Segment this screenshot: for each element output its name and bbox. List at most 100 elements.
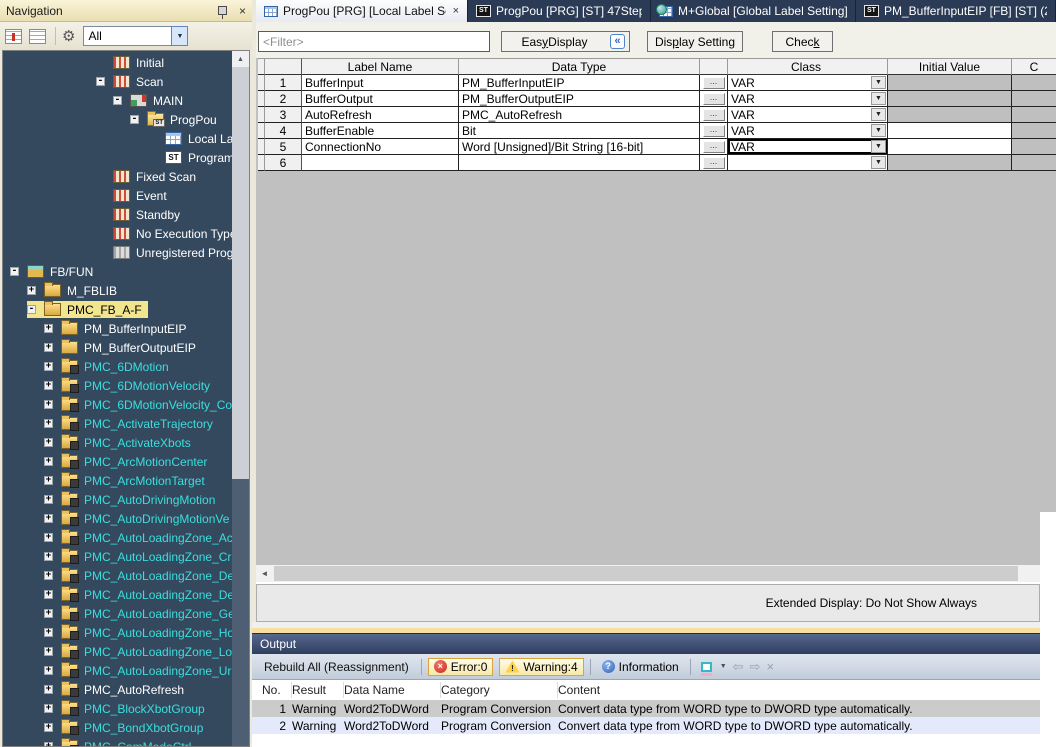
tree-item[interactable]: Unregistered Program (3, 243, 232, 262)
tree-item[interactable]: +PMC_AutoLoadingZone_Cr (3, 547, 232, 566)
header-comment[interactable]: C (1012, 58, 1056, 75)
tab[interactable]: M+Global [Global Label Setting] (651, 0, 856, 22)
class-cell[interactable]: ▼ (728, 155, 888, 171)
label-name-cell[interactable]: AutoRefresh (302, 107, 459, 123)
rebuild-all-button[interactable]: Rebuild All (Reassignment) (258, 658, 415, 676)
close-icon[interactable]: × (453, 5, 459, 17)
tab[interactable]: STProgPou [PRG] [ST] 47Step (468, 0, 651, 22)
display-target-select[interactable]: All (83, 26, 171, 46)
initial-value-cell[interactable] (888, 75, 1012, 91)
tree-item[interactable]: +PMC_AutoLoadingZone_De (3, 566, 232, 585)
browse-button[interactable]: ... (703, 141, 725, 153)
tree-item[interactable]: +PMC_AutoLoadingZone_Ge (3, 604, 232, 623)
scroll-left-icon[interactable]: ◄ (256, 565, 273, 582)
browse-button[interactable]: ... (703, 77, 725, 89)
chevron-down-icon[interactable]: ▼ (871, 92, 886, 105)
tab[interactable]: ProgPou [PRG] [Local Label Sett...× (256, 0, 468, 22)
chevron-down-icon[interactable]: ▼ (871, 108, 886, 121)
expand-icon[interactable]: + (44, 457, 53, 466)
tree-item[interactable]: +PMC_AutoRefresh (3, 680, 232, 699)
tree-item[interactable]: +PMC_AutoDrivingMotionVe (3, 509, 232, 528)
tab[interactable]: STPM_BufferInputEIP [FB] [ST] (2 (856, 0, 1056, 22)
tree-item[interactable]: +PMC_BlockXbotGroup (3, 699, 232, 718)
tree-item[interactable]: Local Label (3, 129, 232, 148)
label-name-cell[interactable]: BufferEnable (302, 123, 459, 139)
filter-input[interactable] (258, 31, 490, 52)
error-filter-button[interactable]: × Error:0 (428, 658, 494, 676)
expand-icon[interactable]: + (44, 381, 53, 390)
data-type-cell[interactable]: PM_BufferOutputEIP (459, 91, 700, 107)
tree-item[interactable]: +PMC_AutoDrivingMotion (3, 490, 232, 509)
expand-icon[interactable]: + (44, 723, 53, 732)
class-cell[interactable]: VAR▼ (728, 139, 888, 155)
output-row[interactable]: 1WarningWord2ToDWordProgram ConversionCo… (252, 700, 1040, 717)
chevron-down-icon[interactable]: ▼ (871, 76, 886, 89)
initial-value-cell[interactable] (888, 155, 1012, 171)
expand-icon[interactable]: + (44, 343, 53, 352)
expand-icon[interactable]: + (44, 628, 53, 637)
tree-item[interactable]: +PM_BufferOutputEIP (3, 338, 232, 357)
expand-icon[interactable]: + (44, 609, 53, 618)
chevrons-left-icon[interactable]: « (610, 34, 625, 49)
tree-item[interactable]: -STProgPou (3, 110, 232, 129)
expand-icon[interactable]: + (44, 362, 53, 371)
browse-button[interactable]: ... (703, 157, 725, 169)
previous-message-icon[interactable]: ⇦ (733, 659, 744, 675)
collapse-icon[interactable]: - (10, 267, 19, 276)
pin-icon[interactable] (218, 6, 227, 15)
header-class[interactable]: Class (728, 58, 888, 75)
data-type-cell[interactable]: PMC_AutoRefresh (459, 107, 700, 123)
initial-value-cell[interactable] (888, 123, 1012, 139)
expand-icon[interactable]: + (44, 476, 53, 485)
nav-tree-scrollbar[interactable]: ▲ (232, 51, 249, 746)
class-cell[interactable]: VAR▼ (728, 75, 888, 91)
tree-item[interactable]: +PMC_BondXbotGroup (3, 718, 232, 737)
output-row[interactable]: 2WarningWord2ToDWordProgram ConversionCo… (252, 717, 1040, 734)
tree-item[interactable]: +PMC_CamModeCtrl (3, 737, 232, 747)
initial-value-cell[interactable] (888, 91, 1012, 107)
tree-item[interactable]: Standby (3, 205, 232, 224)
label-name-cell[interactable] (302, 155, 459, 171)
chevron-down-icon[interactable]: ▼ (871, 124, 886, 137)
browse-button[interactable]: ... (703, 125, 725, 137)
comment-cell[interactable] (1012, 123, 1056, 139)
expand-icon[interactable]: + (44, 533, 53, 542)
tree-item[interactable]: +PMC_ActivateXbots (3, 433, 232, 452)
expand-icon[interactable]: + (44, 324, 53, 333)
data-type-cell[interactable] (459, 155, 700, 171)
data-type-cell[interactable]: Bit (459, 123, 700, 139)
comment-cell[interactable] (1012, 75, 1056, 91)
class-cell[interactable]: VAR▼ (728, 91, 888, 107)
tree-item[interactable]: +PMC_ArcMotionCenter (3, 452, 232, 471)
close-icon[interactable]: × (239, 5, 246, 17)
tree-collapse-icon[interactable] (5, 29, 22, 44)
next-message-icon[interactable]: ⇨ (750, 659, 761, 675)
expand-icon[interactable]: + (44, 419, 53, 428)
tree-item[interactable]: +PMC_6DMotionVelocity (3, 376, 232, 395)
tree-item[interactable]: -PMC_FB_A-F (3, 300, 232, 319)
tree-item[interactable]: +PMC_AutoLoadingZone_Lo (3, 642, 232, 661)
scroll-up-icon[interactable]: ▲ (232, 51, 249, 67)
expand-icon[interactable]: + (44, 742, 53, 747)
tree-item[interactable]: Fixed Scan (3, 167, 232, 186)
output-header-result[interactable]: Result (292, 682, 344, 698)
label-name-cell[interactable]: ConnectionNo (302, 139, 459, 155)
output-header-no[interactable]: No. (252, 682, 292, 698)
collapse-icon[interactable]: - (130, 115, 139, 124)
tree-item[interactable]: +PMC_6DMotionVelocity_Co (3, 395, 232, 414)
class-cell[interactable]: VAR▼ (728, 107, 888, 123)
expand-icon[interactable]: + (44, 571, 53, 580)
browse-button[interactable]: ... (703, 109, 725, 121)
information-filter-button[interactable]: ? Information (597, 659, 684, 675)
tree-expand-icon[interactable] (29, 29, 46, 44)
scrollbar-thumb[interactable] (274, 566, 1018, 581)
chevron-down-icon[interactable]: ▼ (871, 140, 886, 153)
tree-item[interactable]: +PMC_AutoLoadingZone_Ac (3, 528, 232, 547)
initial-value-cell[interactable] (888, 139, 1012, 155)
expand-icon[interactable]: + (44, 666, 53, 675)
horizontal-scrollbar[interactable]: ◄ (256, 565, 1040, 582)
data-type-cell[interactable]: Word [Unsigned]/Bit String [16-bit] (459, 139, 700, 155)
chevron-down-icon[interactable]: ▼ (171, 26, 188, 46)
scrollbar-thumb[interactable] (232, 67, 249, 479)
output-header-content[interactable]: Content (558, 682, 1040, 698)
